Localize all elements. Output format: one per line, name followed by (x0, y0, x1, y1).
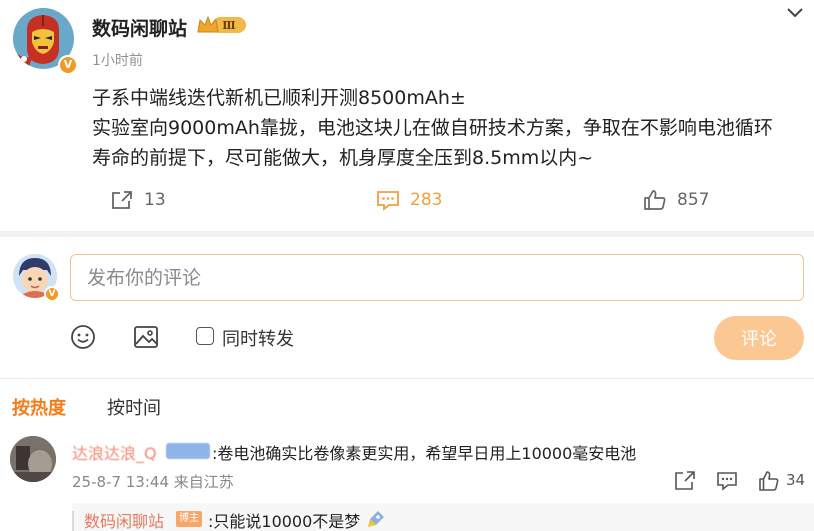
comment-count: 283 (410, 190, 443, 210)
commenter-tag (166, 443, 210, 459)
reply-text: :只能说10000不是梦 (208, 512, 361, 531)
comment-input[interactable] (70, 254, 804, 301)
post-line-1: 子系中端线迭代新机已顺利开测8500mAh± (92, 87, 466, 109)
verified-badge: V (58, 55, 78, 75)
repost-checkbox[interactable] (196, 327, 214, 345)
comment-share-icon[interactable] (674, 470, 696, 492)
comment-text: :卷电池确实比卷像素更实用，希望早日用上10000毫安电池 (212, 444, 637, 463)
comment-thumbs-up-icon[interactable] (758, 470, 780, 492)
comment-meta: 25-8-7 13:44 来自江苏 (72, 473, 234, 491)
post-text: 子系中端线迭代新机已顺利开测8500mAh± 实验室向9000mAh靠拢，电池这… (92, 83, 802, 173)
post-line-3: 寿命的前提下，尽可能做大，机身厚度全压到8.5mm以内~ (92, 147, 594, 169)
thumbs-up-icon (644, 190, 666, 210)
section-divider (0, 231, 814, 237)
comment-button[interactable]: 283 (376, 188, 442, 212)
chevron-down-icon[interactable] (785, 4, 805, 18)
post-line-2: 实验室向9000mAh靠拢，电池这块儿在做自研技术方案，争取在不影响电池循环 (92, 117, 773, 139)
share-icon (112, 191, 132, 209)
sort-tab-time[interactable]: 按时间 (107, 394, 161, 420)
reply-bar (72, 511, 74, 531)
like-count: 857 (677, 190, 710, 210)
share-count: 13 (144, 190, 166, 210)
image-icon[interactable] (133, 324, 159, 350)
repost-label[interactable]: 同时转发 (222, 325, 294, 351)
verified-badge-small: V (44, 286, 60, 302)
reply-preview[interactable]: 数码闲聊站 博主 :只能说10000不是梦 (72, 503, 814, 531)
share-button[interactable]: 13 (110, 188, 166, 212)
post-time: 1小时前 (92, 53, 143, 69)
emoji-icon[interactable] (70, 324, 96, 350)
sort-tab-hot[interactable]: 按热度 (12, 394, 66, 420)
comment-icon (377, 191, 399, 211)
commenter-name[interactable]: 达浪达浪_Q (72, 440, 157, 464)
crown-icon: Ⅲ (196, 14, 248, 36)
reply-author-tag: 博主 (176, 511, 202, 527)
submit-comment-button[interactable]: 评论 (714, 316, 804, 360)
level-badge-text: Ⅲ (222, 19, 235, 32)
like-button[interactable]: 857 (643, 188, 709, 212)
comment-like-count: 34 (786, 471, 806, 489)
author-name[interactable]: 数码闲聊站 (92, 14, 187, 41)
commenter-avatar[interactable] (10, 436, 56, 482)
comment-reply-icon[interactable] (716, 470, 738, 492)
reply-author[interactable]: 数码闲聊站 (84, 508, 164, 531)
thin-divider (0, 378, 814, 379)
rocket-icon (366, 509, 386, 529)
